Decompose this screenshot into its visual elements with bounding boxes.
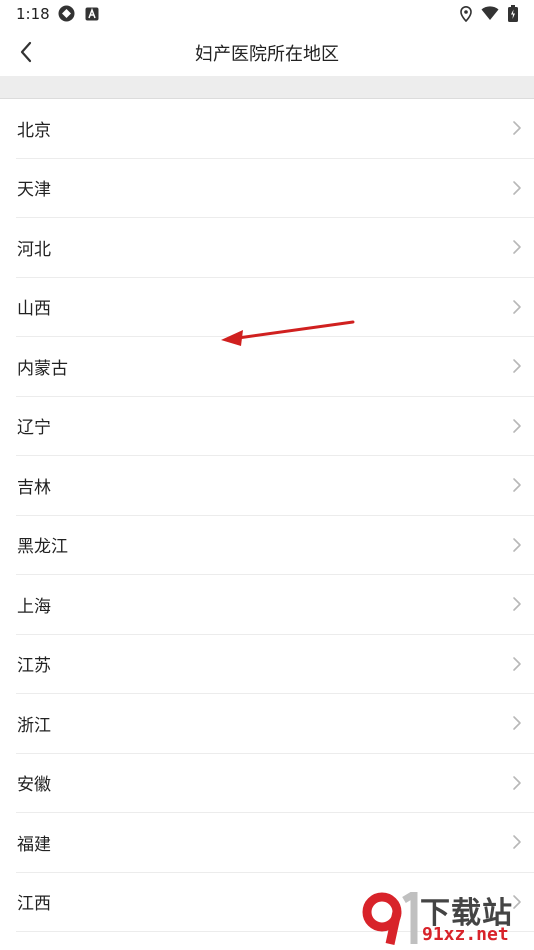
page-title: 妇产医院所在地区 [195, 44, 339, 65]
region-list-item[interactable]: 江苏 [16, 635, 534, 694]
region-list: 北京天津河北山西内蒙古辽宁吉林黑龙江上海江苏浙江安徽福建江西 [0, 99, 534, 932]
app-header: 妇产医院所在地区 [0, 28, 534, 76]
a-icon [85, 6, 99, 25]
region-label: 黑龙江 [17, 537, 68, 558]
region-label: 北京 [17, 120, 51, 141]
watermark-logo: 下载站 91xz.net [360, 888, 530, 948]
chevron-right-icon [513, 775, 521, 790]
chevron-right-icon [513, 240, 521, 255]
chevron-right-icon [513, 121, 521, 136]
chevron-right-icon [513, 835, 521, 850]
status-bar: 1:18 [0, 0, 534, 28]
region-label: 江西 [17, 894, 51, 915]
location-icon [460, 5, 472, 26]
region-list-item[interactable]: 福建 [16, 813, 534, 873]
wifi-icon [481, 6, 499, 25]
watermark-9-icon [362, 892, 418, 945]
region-label: 天津 [17, 180, 51, 201]
region-list-item[interactable]: 浙江 [16, 694, 534, 754]
region-label: 江苏 [17, 656, 51, 677]
chevron-right-icon [513, 418, 521, 433]
chevron-right-icon [513, 537, 521, 552]
chevron-right-icon [513, 656, 521, 671]
region-list-item[interactable]: 天津 [16, 159, 534, 218]
region-list-item[interactable]: 山西 [16, 278, 534, 337]
region-label: 山西 [17, 299, 51, 320]
region-list-item[interactable]: 黑龙江 [16, 516, 534, 575]
battery-icon [508, 5, 518, 26]
region-label: 安徽 [17, 775, 51, 796]
region-label: 辽宁 [17, 418, 51, 439]
sync-icon [58, 5, 75, 26]
region-list-item[interactable]: 吉林 [16, 456, 534, 516]
chevron-right-icon [513, 359, 521, 374]
chevron-right-icon [513, 180, 521, 195]
region-label: 河北 [17, 239, 51, 260]
region-list-item[interactable]: 内蒙古 [16, 337, 534, 397]
status-time: 1:18 [16, 5, 50, 23]
section-spacer [0, 76, 534, 99]
chevron-right-icon [513, 597, 521, 612]
watermark-bottom-text: 91xz.net [422, 924, 509, 945]
region-list-item[interactable]: 辽宁 [16, 397, 534, 456]
region-list-item[interactable]: 安徽 [16, 754, 534, 813]
region-label: 福建 [17, 834, 51, 855]
chevron-right-icon [513, 299, 521, 314]
chevron-right-icon [513, 478, 521, 493]
region-list-item[interactable]: 河北 [16, 218, 534, 278]
region-label: 内蒙古 [17, 358, 68, 379]
region-label: 上海 [17, 596, 51, 617]
region-label: 浙江 [17, 715, 51, 736]
region-list-item[interactable]: 北京 [16, 99, 534, 159]
chevron-right-icon [513, 716, 521, 731]
region-list-item[interactable]: 上海 [16, 575, 534, 635]
region-label: 吉林 [17, 477, 51, 498]
